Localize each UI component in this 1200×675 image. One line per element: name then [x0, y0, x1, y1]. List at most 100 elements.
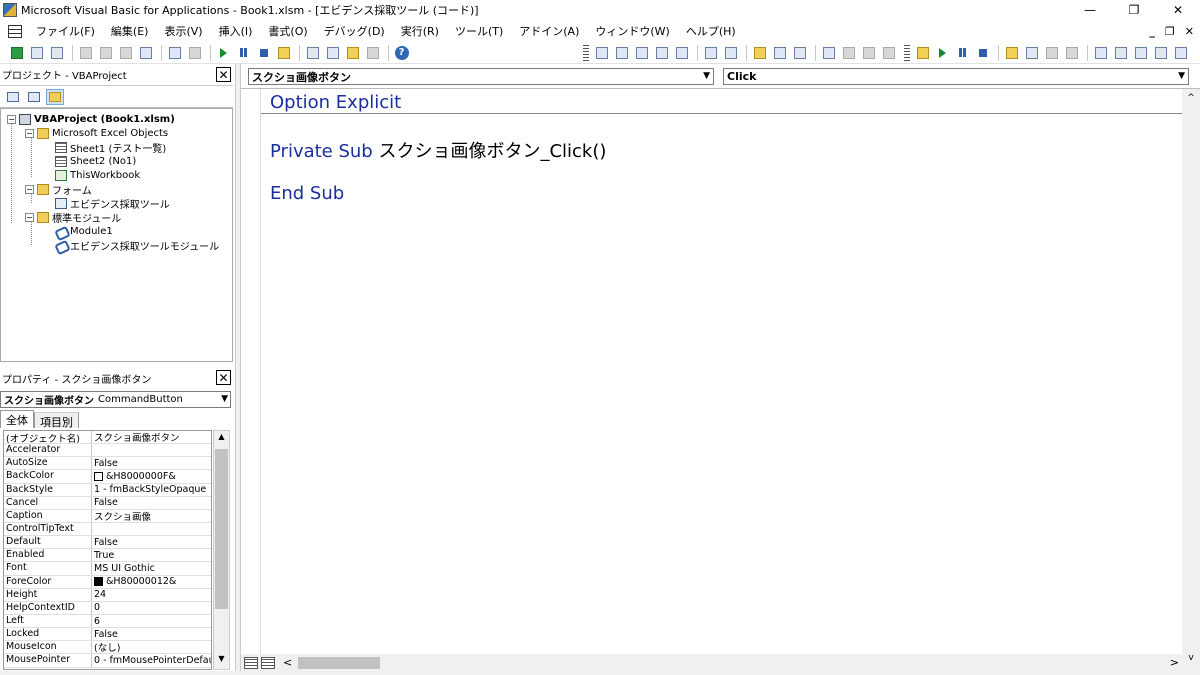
- view-code-icon[interactable]: [4, 89, 22, 105]
- scroll-down-icon[interactable]: ▼: [214, 654, 229, 668]
- save-icon[interactable]: [48, 45, 65, 61]
- find-icon[interactable]: [137, 45, 154, 61]
- copy-icon[interactable]: [97, 45, 114, 61]
- debug-reset-icon[interactable]: [974, 45, 991, 61]
- project-explorer-icon[interactable]: [304, 45, 321, 61]
- property-value[interactable]: False: [92, 497, 211, 509]
- menu-help[interactable]: ヘルプ(H): [678, 23, 744, 39]
- tree-item-forms[interactable]: − フォーム: [25, 182, 92, 197]
- property-value[interactable]: MS UI Gothic: [92, 562, 211, 574]
- list-constants-icon[interactable]: [613, 45, 630, 61]
- menu-format[interactable]: 書式(O): [260, 23, 315, 39]
- property-row[interactable]: MouseIcon (なし): [4, 641, 211, 655]
- immediate-window-icon[interactable]: [1112, 45, 1129, 61]
- tree-item-sheet2[interactable]: Sheet2 (No1): [55, 154, 136, 168]
- property-row[interactable]: ForeColor &H80000012&: [4, 575, 211, 589]
- property-value[interactable]: &H80000012&: [92, 576, 211, 588]
- property-row[interactable]: Left 6: [4, 614, 211, 629]
- scroll-up-icon[interactable]: ▲: [214, 432, 229, 446]
- menu-view[interactable]: 表示(V): [156, 23, 210, 39]
- collapse-icon[interactable]: −: [25, 184, 34, 194]
- scrollbar-thumb[interactable]: [215, 449, 228, 609]
- toolbar-grip[interactable]: [583, 44, 589, 61]
- debug-design-mode-icon[interactable]: [914, 45, 931, 61]
- tree-item-thisworkbook[interactable]: ThisWorkbook: [55, 168, 140, 182]
- properties-window-icon[interactable]: [324, 45, 341, 61]
- indent-icon[interactable]: [702, 45, 719, 61]
- insert-userform-icon[interactable]: [28, 45, 45, 61]
- paste-icon[interactable]: [117, 45, 134, 61]
- property-row[interactable]: Height 24: [4, 588, 211, 602]
- tab-alphabetic[interactable]: 全体: [0, 410, 34, 428]
- property-value[interactable]: スクショ画像ボタン: [92, 431, 211, 443]
- scroll-left-icon[interactable]: <: [283, 656, 292, 669]
- break-icon[interactable]: [235, 45, 252, 61]
- project-explorer-close-icon[interactable]: ✕: [216, 67, 231, 82]
- mdi-minimize-button[interactable]: _: [1149, 25, 1155, 38]
- complete-word-icon[interactable]: [673, 45, 690, 61]
- toolbox-icon[interactable]: [364, 45, 381, 61]
- scroll-down-icon[interactable]: v: [1182, 653, 1200, 663]
- toggle-breakpoint-icon[interactable]: [751, 45, 768, 61]
- property-row[interactable]: Default False: [4, 536, 211, 550]
- code-editor[interactable]: Option Explicit Private Sub スクショ画像ボタン_Cl…: [241, 89, 1182, 654]
- redo-icon[interactable]: [186, 45, 203, 61]
- tab-categorized[interactable]: 項目別: [34, 412, 79, 429]
- property-value[interactable]: False: [92, 457, 211, 469]
- property-row-selected[interactable]: Caption スクショ画像: [4, 509, 211, 523]
- property-row[interactable]: AutoSize False: [4, 457, 211, 471]
- object-select[interactable]: スクショ画像ボタン ▼: [248, 68, 714, 85]
- property-value[interactable]: 24: [92, 589, 211, 601]
- debug-break-icon[interactable]: [954, 45, 971, 61]
- full-module-view-icon[interactable]: [261, 656, 275, 669]
- quick-info-icon[interactable]: [633, 45, 650, 61]
- property-value[interactable]: True: [92, 549, 211, 561]
- step-into-icon[interactable]: [1023, 45, 1040, 61]
- property-row[interactable]: ControlTipText: [4, 522, 211, 537]
- property-row[interactable]: Font MS UI Gothic: [4, 562, 211, 576]
- list-properties-icon[interactable]: [593, 45, 610, 61]
- close-button[interactable]: ✕: [1156, 0, 1200, 20]
- menu-addins[interactable]: アドイン(A): [511, 23, 587, 39]
- procedure-view-icon[interactable]: [244, 656, 258, 669]
- next-bookmark-icon[interactable]: [840, 45, 857, 61]
- toggle-bookmark-icon[interactable]: [820, 45, 837, 61]
- code-line-sub-declaration[interactable]: Private Sub スクショ画像ボタン_Click(): [270, 137, 606, 163]
- property-value[interactable]: 0: [92, 602, 211, 614]
- tree-item-vbaproject[interactable]: − VBAProject (Book1.xlsm): [7, 112, 175, 126]
- tree-item-module-evidence-tool[interactable]: エビデンス採取ツールモジュール: [55, 238, 219, 253]
- property-row[interactable]: BackStyle 1 - fmBackStyleOpaque: [4, 483, 211, 497]
- property-row[interactable]: HelpContextID 0: [4, 601, 211, 615]
- code-window-icon[interactable]: [8, 24, 22, 38]
- uncomment-block-icon[interactable]: [791, 45, 808, 61]
- reset-icon[interactable]: [255, 45, 272, 61]
- menu-edit[interactable]: 編集(E): [103, 23, 157, 39]
- comment-block-icon[interactable]: [771, 45, 788, 61]
- menu-insert[interactable]: 挿入(I): [211, 23, 261, 39]
- watch-window-icon[interactable]: [1132, 45, 1149, 61]
- procedure-select[interactable]: Click ▼: [723, 68, 1189, 85]
- call-stack-icon[interactable]: [1172, 45, 1189, 61]
- minimize-button[interactable]: —: [1068, 0, 1112, 20]
- toolbar-grip[interactable]: [904, 44, 910, 61]
- tree-item-excel-objects[interactable]: − Microsoft Excel Objects: [25, 126, 168, 140]
- menu-run[interactable]: 実行(R): [393, 23, 447, 39]
- tree-item-form-evidence-tool[interactable]: エビデンス採取ツール: [55, 196, 170, 211]
- scroll-right-icon[interactable]: >: [1170, 656, 1179, 669]
- property-value[interactable]: [92, 444, 211, 456]
- excel-view-icon[interactable]: [8, 45, 25, 61]
- cut-icon[interactable]: [77, 45, 94, 61]
- property-value[interactable]: False: [92, 536, 211, 548]
- parameter-info-icon[interactable]: [653, 45, 670, 61]
- property-row[interactable]: (オブジェクト名) スクショ画像ボタン: [4, 431, 211, 445]
- step-out-icon[interactable]: [1063, 45, 1080, 61]
- menu-tools[interactable]: ツール(T): [447, 23, 511, 39]
- collapse-icon[interactable]: −: [7, 114, 16, 124]
- view-object-icon[interactable]: [25, 89, 43, 105]
- mdi-restore-button[interactable]: ❐: [1165, 25, 1175, 38]
- run-icon[interactable]: [215, 45, 232, 61]
- property-row[interactable]: BackColor &H8000000F&: [4, 470, 211, 484]
- properties-scrollbar[interactable]: ▲ ▼: [213, 430, 230, 670]
- object-browser-icon[interactable]: [344, 45, 361, 61]
- property-value[interactable]: 0 - fmMousePointerDefau: [92, 654, 211, 666]
